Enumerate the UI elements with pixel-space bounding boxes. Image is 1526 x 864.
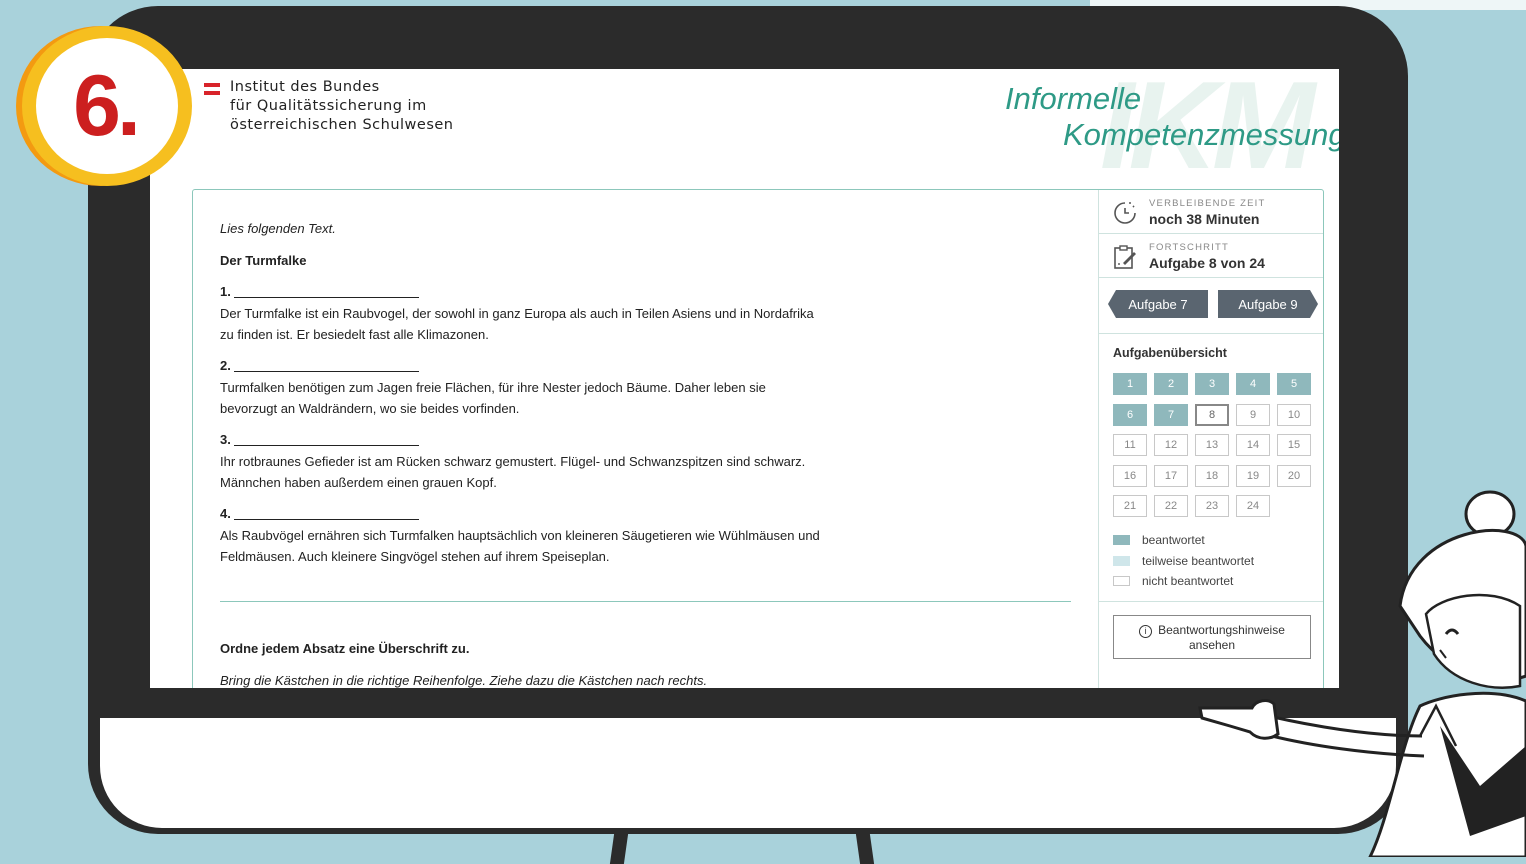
app-title-line1: Informelle [1005, 81, 1142, 116]
question-text: Ordne jedem Absatz eine Überschrift zu. [220, 641, 470, 656]
monitor-stand-right [855, 834, 875, 864]
legend-swatch [1113, 556, 1130, 566]
step-badge-inner: 6. [36, 38, 178, 174]
paragraph-3-line1: Ihr rotbraunes Gefieder ist am Rücken sc… [220, 454, 806, 469]
task-overview-item[interactable]: 11 [1113, 434, 1147, 456]
info-icon: i [1139, 625, 1153, 638]
task-overview-item[interactable]: 9 [1236, 403, 1270, 426]
task-overview-item[interactable]: 17 [1154, 464, 1188, 487]
remaining-time-box: VERBLEIBENDE ZEIT noch 38 Minuten [1099, 190, 1323, 234]
paragraph-1-line1: Der Turmfalke ist ein Raubvogel, der sow… [220, 306, 814, 321]
overview-title: Aufgabenübersicht [1113, 346, 1227, 360]
clipboard-progress-icon [1114, 245, 1136, 269]
task-overview-item[interactable]: 1 [1113, 373, 1147, 395]
task-overview-item[interactable]: 18 [1195, 464, 1229, 487]
paragraph-4-heading-slot[interactable]: 4. [220, 506, 419, 521]
instruction-text: Lies folgenden Text. [220, 221, 336, 236]
task-overview-item[interactable]: 3 [1195, 373, 1229, 395]
task-overview-item[interactable]: 5 [1277, 373, 1311, 395]
paragraph-number: 2. [220, 358, 231, 373]
clock-icon [1114, 202, 1136, 224]
austria-flag-icon [204, 83, 220, 95]
task-overview-item[interactable]: 14 [1236, 434, 1270, 456]
task-overview-item[interactable]: 13 [1195, 434, 1229, 456]
content-separator [220, 601, 1071, 602]
monitor-stand-left [609, 834, 629, 864]
paragraph-number: 4. [220, 506, 231, 521]
paragraph-2-line2: bevorzugt an Waldrändern, wo sie beides … [220, 401, 520, 416]
paragraph-3-heading-slot[interactable]: 3. [220, 432, 419, 447]
paragraph-2-heading-slot[interactable]: 2. [220, 358, 419, 373]
paragraph-number: 3. [220, 432, 231, 447]
task-navigation: Aufgabe 7 Aufgabe 9 [1099, 278, 1323, 334]
text-title: Der Turmfalke [220, 253, 307, 268]
task-overview-item[interactable]: 22 [1154, 495, 1188, 517]
app-screen: Institut des Bundes für Qualitätssicheru… [150, 69, 1339, 688]
task-overview-item[interactable]: 20 [1277, 464, 1311, 487]
app-title-line2: Kompetenzmessung [1063, 117, 1339, 152]
task-overview-item[interactable]: 16 [1113, 464, 1147, 487]
task-overview-item[interactable]: 15 [1277, 434, 1311, 456]
step-badge: 6. [22, 26, 192, 186]
next-task-button[interactable]: Aufgabe 9 [1218, 290, 1318, 318]
question-hint: Bring die Kästchen in die richtige Reihe… [220, 673, 708, 688]
institute-name-line3: österreichischen Schulwesen [230, 117, 454, 133]
paragraph-2-line1: Turmfalken benötigen zum Jagen freie Flä… [220, 380, 766, 395]
paragraph-1-heading-slot[interactable]: 1. [220, 284, 419, 299]
institute-name-line2: für Qualitätssicherung im [230, 98, 427, 114]
time-value: noch 38 Minuten [1149, 211, 1260, 227]
cartoon-teacher-pointing [1198, 490, 1526, 857]
paragraph-4-line1: Als Raubvögel ernähren sich Turmfalken h… [220, 528, 820, 543]
paragraph-3-line2: Männchen haben außerdem einen grauen Kop… [220, 475, 497, 490]
task-overview-item[interactable]: 10 [1277, 403, 1311, 426]
paragraph-4-line2: Feldmäusen. Auch kleinere Singvögel steh… [220, 549, 610, 564]
step-number: 6. [73, 57, 141, 154]
progress-value: Aufgabe 8 von 24 [1149, 255, 1265, 271]
institute-name-line1: Institut des Bundes [230, 79, 380, 95]
time-label: VERBLEIBENDE ZEIT [1149, 198, 1266, 209]
legend-swatch [1113, 535, 1130, 545]
task-overview-item[interactable]: 2 [1154, 373, 1188, 395]
heading-blank [233, 445, 419, 446]
task-overview-item[interactable]: 19 [1236, 464, 1270, 487]
task-overview-item[interactable]: 8 [1195, 403, 1229, 426]
task-overview-item[interactable]: 21 [1113, 495, 1147, 517]
previous-task-button[interactable]: Aufgabe 7 [1108, 290, 1208, 318]
task-overview-item[interactable]: 6 [1113, 403, 1147, 426]
paragraph-1-line2: zu finden ist. Er besiedelt fast alle Kl… [220, 327, 489, 342]
progress-box: FORTSCHRITT Aufgabe 8 von 24 [1099, 234, 1323, 278]
task-overview-item[interactable]: 7 [1154, 403, 1188, 426]
heading-blank [233, 371, 419, 372]
legend-swatch [1113, 576, 1130, 586]
task-overview-item[interactable]: 4 [1236, 373, 1270, 395]
progress-label: FORTSCHRITT [1149, 242, 1230, 253]
paragraph-number: 1. [220, 284, 231, 299]
heading-blank [233, 519, 419, 520]
task-overview-item[interactable]: 12 [1154, 434, 1188, 456]
heading-blank [233, 297, 419, 298]
task-panel: Lies folgenden Text. Der Turmfalke 1. De… [192, 189, 1324, 688]
